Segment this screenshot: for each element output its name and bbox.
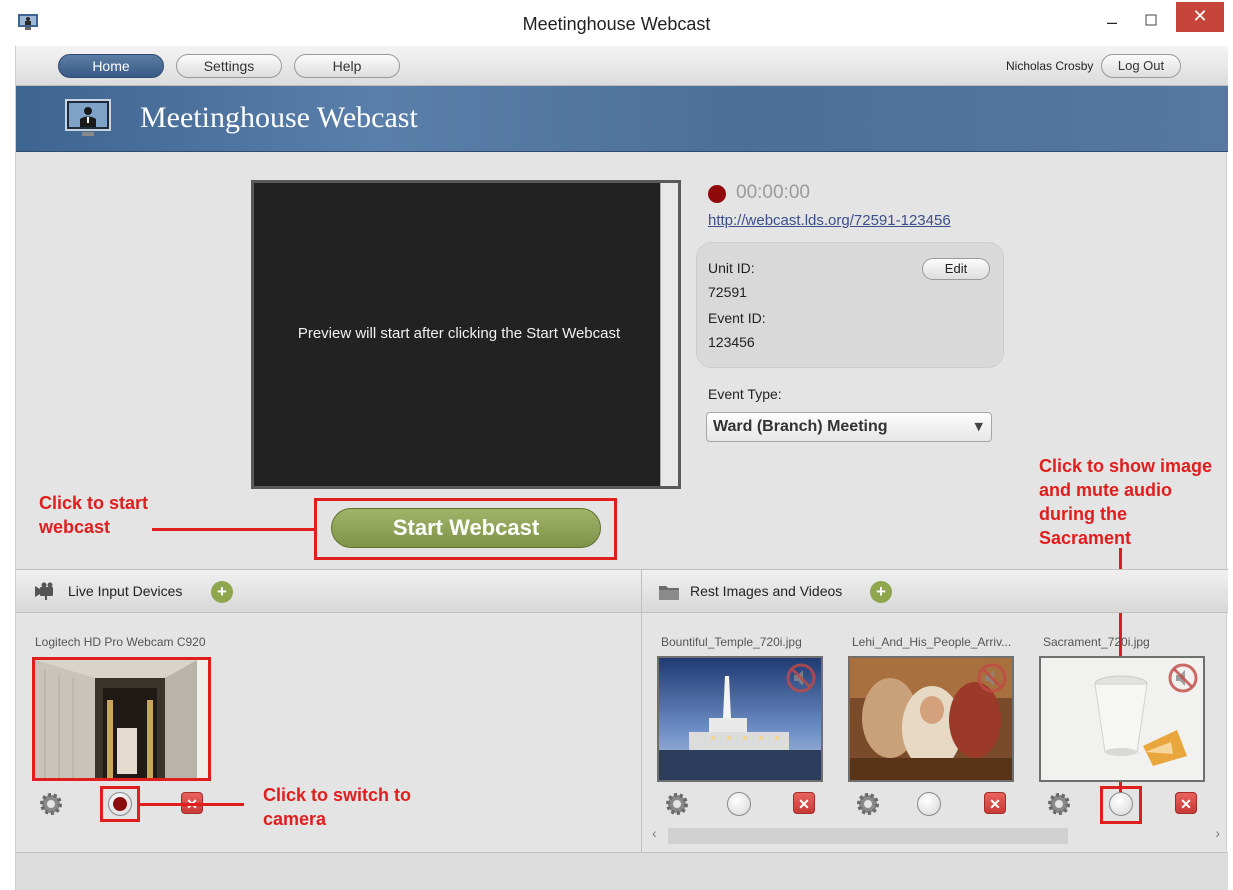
start-webcast-button[interactable]: Start Webcast	[331, 508, 601, 548]
close-window-button[interactable]: ✕	[1176, 2, 1224, 32]
rest-image-thumbnail[interactable]	[657, 656, 823, 782]
event-type-select[interactable]: Ward (Branch) Meeting ▼	[706, 412, 992, 442]
maximize-button[interactable]	[1136, 8, 1166, 36]
rest-image-label: Bountiful_Temple_720i.jpg	[661, 635, 802, 649]
event-type-label: Event Type:	[708, 386, 782, 402]
app-banner: Meetinghouse Webcast	[16, 86, 1228, 152]
window-title: Meetinghouse Webcast	[522, 14, 711, 34]
rest-image-radio[interactable]	[1109, 792, 1133, 816]
annotation-start-line	[152, 528, 314, 531]
rest-image-label: Lehi_And_His_People_Arriv...	[852, 635, 1012, 649]
window-titlebar: Meetinghouse Webcast – ✕	[0, 0, 1233, 46]
rest-images-title: Rest Images and Videos	[690, 583, 843, 599]
minimize-button[interactable]: –	[1097, 8, 1127, 36]
mute-icon[interactable]	[1167, 662, 1199, 694]
scrollbar-thumb[interactable]	[668, 828, 1068, 844]
folder-icon	[659, 586, 679, 600]
annotation-camera-line	[140, 803, 244, 806]
rest-images-header: Rest Images and Videos +	[642, 569, 1228, 613]
live-input-devices-header: Live Input Devices +	[16, 569, 641, 613]
live-input-devices-title: Live Input Devices	[68, 583, 183, 599]
rest-image-thumbnail[interactable]	[848, 656, 1014, 782]
add-rest-image-button[interactable]: +	[870, 581, 892, 603]
tab-settings[interactable]: Settings	[176, 54, 282, 78]
status-bar	[16, 852, 1228, 890]
tab-help[interactable]: Help	[294, 54, 400, 78]
event-id-label: Event ID:	[708, 310, 766, 326]
event-id-value: 123456	[708, 334, 755, 350]
user-name: Nicholas Crosby	[1006, 59, 1094, 73]
webcast-presenter-icon	[65, 99, 111, 136]
panel-divider	[641, 569, 642, 852]
webcast-url-link[interactable]: http://webcast.lds.org/72591-123456	[708, 212, 951, 229]
delete-rest-image-button[interactable]: ✕	[793, 792, 815, 814]
rest-images-scrollbar[interactable]: ‹ ›	[652, 825, 1220, 847]
gear-icon[interactable]	[855, 791, 881, 817]
rest-image-radio[interactable]	[917, 792, 941, 816]
event-type-value: Ward (Branch) Meeting	[713, 418, 888, 435]
rest-image-thumbnail[interactable]	[1039, 656, 1205, 782]
rest-image-radio[interactable]	[727, 792, 751, 816]
preview-message: Preview will start after clicking the St…	[297, 325, 621, 342]
top-nav: Home Settings Help Nicholas Crosby Log O…	[16, 46, 1228, 86]
camera-icon	[35, 582, 53, 600]
scroll-right-icon[interactable]: ›	[1215, 825, 1220, 841]
gear-icon[interactable]	[664, 791, 690, 817]
tab-home[interactable]: Home	[58, 54, 164, 78]
unit-id-label: Unit ID:	[708, 260, 755, 276]
scroll-left-icon[interactable]: ‹	[652, 825, 657, 841]
delete-rest-image-button[interactable]: ✕	[1175, 792, 1197, 814]
mute-icon[interactable]	[785, 662, 817, 694]
video-preview: Preview will start after clicking the St…	[251, 180, 681, 489]
logout-button[interactable]: Log Out	[1101, 54, 1181, 78]
device-label: Logitech HD Pro Webcam C920	[35, 635, 206, 649]
meetinghouse-webcast-window: Meetinghouse Webcast – ✕ Home Settings H…	[0, 0, 1233, 890]
banner-title: Meetinghouse Webcast	[140, 101, 418, 134]
webcam-image	[35, 660, 208, 778]
webcam-preview-thumbnail[interactable]	[32, 657, 211, 781]
gear-icon[interactable]	[38, 791, 64, 817]
delete-rest-image-button[interactable]: ✕	[984, 792, 1006, 814]
mute-icon[interactable]	[976, 662, 1008, 694]
rest-image-label: Sacrament_720i.jpg	[1043, 635, 1150, 649]
app-frame: Home Settings Help Nicholas Crosby Log O…	[15, 46, 1228, 890]
chevron-down-icon: ▼	[974, 420, 983, 433]
gear-icon[interactable]	[1046, 791, 1072, 817]
annotation-switch-camera: Click to switch to camera	[263, 785, 412, 829]
preview-scrollbar[interactable]	[660, 183, 678, 486]
live-camera-radio[interactable]	[108, 792, 132, 816]
edit-button[interactable]: Edit	[922, 258, 990, 280]
maximize-icon	[1145, 14, 1157, 26]
add-device-button[interactable]: +	[211, 581, 233, 603]
broadcast-timer: 00:00:00	[736, 182, 810, 203]
annotation-sacrament: Click to show image and mute audio durin…	[1039, 456, 1213, 548]
unit-id-value: 72591	[708, 284, 747, 300]
record-status-icon	[708, 185, 726, 203]
annotation-start-webcast: Click to start webcast	[39, 493, 149, 537]
